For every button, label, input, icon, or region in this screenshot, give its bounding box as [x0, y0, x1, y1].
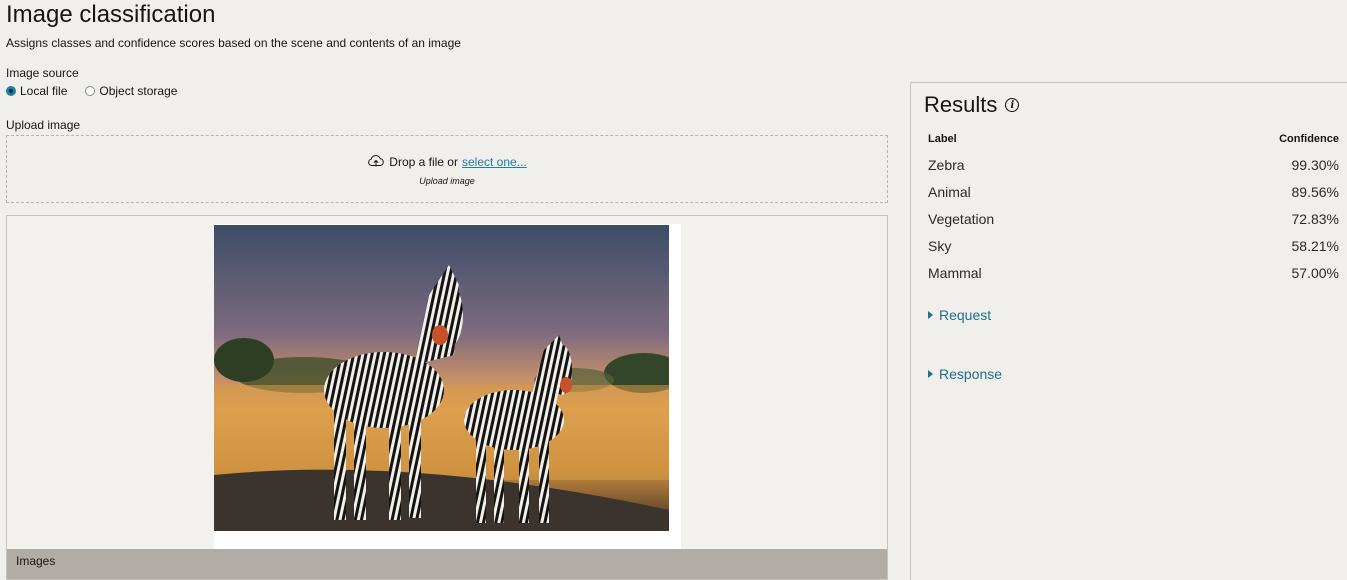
- result-confidence: 72.83%: [1291, 210, 1339, 227]
- result-confidence: 57.00%: [1291, 264, 1339, 281]
- results-title: Results: [924, 92, 998, 117]
- results-panel: Results i Label Confidence Zebra 99.30% …: [910, 82, 1347, 580]
- table-row: Animal 89.56%: [928, 178, 1339, 205]
- info-icon[interactable]: i: [1005, 98, 1020, 112]
- upload-hint: Upload image: [419, 176, 475, 186]
- cloud-upload-icon: [367, 154, 385, 170]
- result-label: Animal: [928, 183, 971, 200]
- table-row: Mammal 57.00%: [928, 259, 1339, 286]
- file-dropzone[interactable]: Drop a file or select one... Upload imag…: [6, 135, 888, 203]
- results-header: Results i: [924, 92, 1020, 118]
- table-row: Sky 58.21%: [928, 232, 1339, 259]
- drop-text: Drop a file or: [389, 155, 458, 169]
- table-row: Zebra 99.30%: [928, 151, 1339, 178]
- dropzone-prompt: Drop a file or select one...: [367, 154, 527, 170]
- response-disclosure[interactable]: Response: [928, 366, 1002, 382]
- image-source-radio-group: Local file Object storage: [6, 84, 177, 98]
- image-preview-panel: Images: [6, 215, 888, 580]
- label-column-header: Label: [928, 133, 957, 145]
- image-source-label: Image source: [6, 66, 79, 80]
- radio-selected-icon[interactable]: [6, 86, 16, 96]
- zebra-photo: [214, 225, 669, 531]
- result-confidence: 89.56%: [1291, 183, 1339, 200]
- result-confidence: 99.30%: [1291, 156, 1339, 173]
- page-title: Image classification: [6, 1, 216, 28]
- request-disclosure[interactable]: Request: [928, 307, 991, 323]
- confidence-column-header: Confidence: [1279, 133, 1339, 145]
- results-table: Label Confidence Zebra 99.30% Animal 89.…: [928, 133, 1339, 286]
- image-preview-frame: [214, 224, 681, 549]
- result-label: Mammal: [928, 264, 982, 281]
- radio-object-storage-label: Object storage: [99, 84, 178, 98]
- radio-unselected-icon[interactable]: [85, 86, 96, 96]
- result-label: Vegetation: [928, 210, 995, 227]
- request-label: Request: [939, 307, 992, 323]
- result-label: Sky: [928, 237, 952, 254]
- result-label: Zebra: [928, 156, 965, 173]
- caret-right-icon: [928, 370, 933, 378]
- table-row: Vegetation 72.83%: [928, 205, 1339, 232]
- response-label: Response: [939, 366, 1003, 382]
- images-footer-bar: Images: [7, 549, 887, 579]
- upload-image-label: Upload image: [6, 118, 81, 132]
- select-file-link[interactable]: select one...: [462, 155, 527, 169]
- page-subtitle: Assigns classes and confidence scores ba…: [6, 36, 461, 50]
- result-confidence: 58.21%: [1291, 237, 1339, 254]
- caret-right-icon: [928, 311, 933, 319]
- image-classification-page: Image classification Assigns classes and…: [0, 0, 1347, 580]
- results-header-row: Label Confidence: [928, 133, 1339, 151]
- radio-object-storage[interactable]: Object storage: [85, 84, 177, 98]
- radio-local-file[interactable]: Local file: [6, 84, 67, 98]
- radio-local-file-label: Local file: [20, 84, 68, 98]
